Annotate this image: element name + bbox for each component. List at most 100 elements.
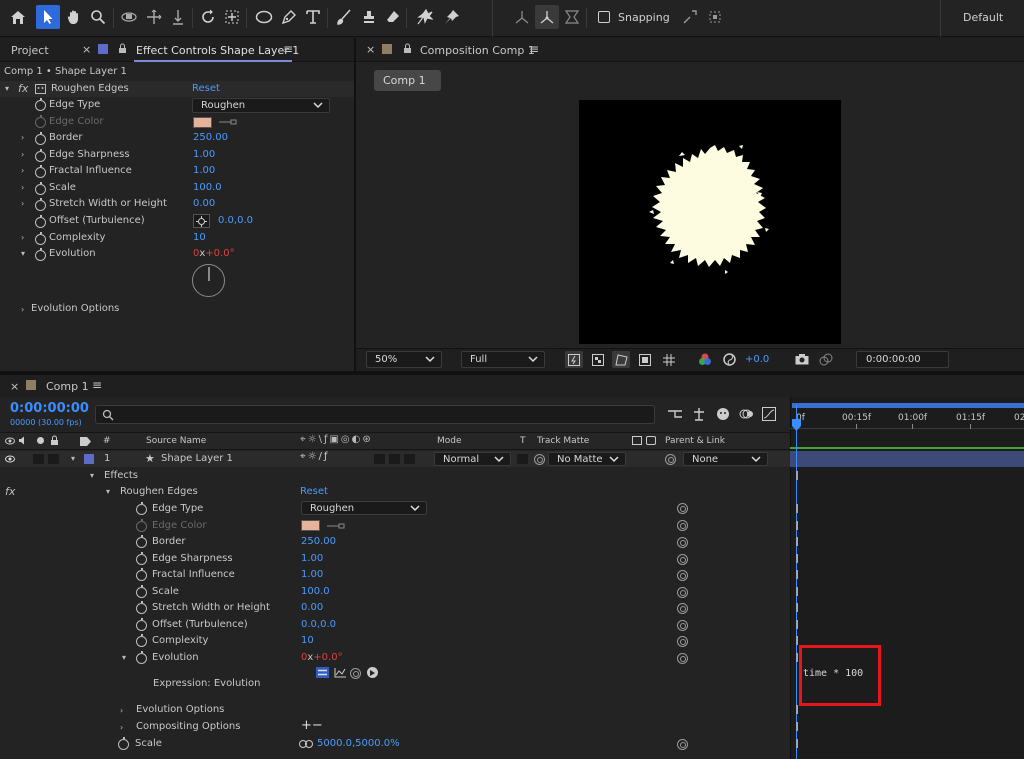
evolution-degrees[interactable]: +0.0° — [205, 248, 234, 259]
collapse-caret-icon[interactable]: ▾ — [122, 654, 130, 662]
stopwatch-icon[interactable] — [35, 248, 46, 261]
stopwatch-icon[interactable] — [136, 634, 147, 647]
blend-mode-dropdown[interactable]: Normal — [434, 452, 511, 466]
property-value[interactable]: 1.00 — [193, 165, 215, 176]
lock-toggle[interactable] — [48, 454, 59, 464]
expand-caret-icon[interactable]: › — [21, 200, 29, 208]
collapse-caret-icon[interactable]: ▾ — [21, 250, 29, 258]
expression-pick-whip-icon[interactable] — [350, 668, 361, 679]
snapshot-camera-icon[interactable] — [793, 351, 811, 368]
home-icon[interactable] — [6, 5, 30, 29]
stopwatch-icon[interactable] — [136, 535, 147, 548]
parent-pick-whip-icon[interactable] — [665, 454, 676, 465]
tab-effect-controls[interactable]: Effect Controls Shape Layer 1 — [136, 44, 299, 57]
switch-box[interactable] — [374, 454, 385, 464]
panel-menu-icon[interactable]: ≡ — [283, 42, 293, 56]
stopwatch-icon[interactable] — [136, 568, 147, 581]
collapse-caret-icon[interactable]: ▾ — [71, 455, 79, 463]
expression-pick-whip-icon[interactable] — [677, 636, 688, 647]
draft-3d-icon[interactable] — [690, 405, 708, 423]
expand-caret-icon[interactable]: › — [120, 707, 128, 715]
stopwatch-icon[interactable] — [136, 618, 147, 631]
expression-pick-whip-icon[interactable] — [677, 739, 688, 750]
ellipse-tool-icon[interactable] — [252, 5, 276, 29]
stopwatch-icon[interactable] — [35, 149, 46, 162]
expression-pick-whip-icon[interactable] — [677, 503, 688, 514]
property-value[interactable]: 0.0,0.0 — [218, 215, 253, 226]
hand-tool-icon[interactable] — [62, 5, 86, 29]
exposure-value[interactable]: +0.0 — [745, 354, 769, 365]
tab-composition[interactable]: Composition Comp 1 — [420, 44, 535, 57]
expression-pick-whip-icon[interactable] — [677, 570, 688, 581]
stopwatch-icon[interactable] — [35, 182, 46, 195]
brush-tool-icon[interactable] — [332, 5, 356, 29]
property-value[interactable]: 1.00 — [301, 569, 323, 580]
stopwatch-icon[interactable] — [35, 215, 46, 228]
motion-blur-icon[interactable] — [737, 405, 755, 423]
point-crosshair-icon[interactable] — [193, 214, 210, 228]
guides-grid-icon[interactable] — [660, 351, 678, 368]
expand-caret-icon[interactable]: › — [21, 167, 29, 175]
evolution-angle-dial[interactable] — [192, 264, 225, 297]
property-value[interactable]: 0.00 — [193, 198, 215, 209]
property-value[interactable]: 100.0 — [301, 586, 330, 597]
scale-value[interactable]: 5000.0,5000.0% — [317, 738, 400, 749]
stopwatch-icon[interactable] — [136, 585, 147, 598]
evolution-value[interactable]: 0x+0.0° — [193, 248, 235, 259]
evolution-options-label[interactable]: Evolution Options — [31, 303, 119, 314]
tab-project[interactable]: Project — [11, 44, 49, 57]
preserve-transparency-toggle[interactable] — [517, 454, 528, 464]
stopwatch-icon[interactable] — [136, 519, 147, 532]
rotate-tool-icon[interactable] — [196, 5, 220, 29]
track-matte-dropdown[interactable]: No Matte — [548, 452, 626, 466]
edge-type-dropdown[interactable]: Roughen — [301, 501, 427, 515]
reset-button[interactable]: Reset — [300, 486, 328, 497]
region-of-interest-icon[interactable] — [636, 351, 654, 368]
expression-pick-whip-icon[interactable] — [677, 587, 688, 598]
pen-tool-icon[interactable] — [277, 5, 301, 29]
stopwatch-icon[interactable] — [118, 737, 129, 750]
timeline-search-input[interactable] — [95, 405, 655, 424]
expression-pick-whip-icon[interactable] — [677, 554, 688, 565]
evolution-value[interactable]: 0x+0.0° — [301, 652, 343, 663]
graph-editor-icon[interactable] — [760, 405, 778, 423]
expand-caret-icon[interactable]: ▾ — [5, 85, 13, 93]
composition-viewer[interactable] — [579, 100, 841, 344]
stopwatch-icon[interactable] — [35, 115, 46, 128]
collapse-caret-icon[interactable]: ▾ — [106, 488, 114, 496]
eyedropper-icon[interactable] — [218, 119, 238, 125]
property-value[interactable]: 250.00 — [301, 536, 336, 547]
roto-brush-tool-icon[interactable] — [412, 5, 436, 29]
puppet-pin-tool-icon[interactable] — [440, 5, 464, 29]
stopwatch-icon[interactable] — [35, 132, 46, 145]
expression-graph-icon[interactable] — [333, 667, 346, 678]
type-tool-icon[interactable] — [301, 5, 325, 29]
property-value[interactable]: 0.0,0.0 — [301, 619, 336, 630]
close-icon[interactable]: × — [82, 43, 91, 56]
expand-caret-icon[interactable]: › — [21, 234, 29, 242]
tab-timeline-comp[interactable]: Comp 1 — [46, 380, 89, 393]
solo-toggle[interactable] — [33, 454, 44, 464]
expression-enable-icon[interactable] — [316, 667, 329, 678]
shy-layers-icon[interactable] — [714, 405, 732, 423]
edge-color-swatch[interactable] — [301, 520, 320, 531]
reset-button[interactable]: Reset — [192, 83, 220, 94]
anchor-point-tool-icon[interactable] — [220, 5, 244, 29]
playhead-handle[interactable] — [792, 419, 801, 431]
layer-duration-bar[interactable] — [790, 451, 1024, 467]
stopwatch-icon[interactable] — [35, 98, 46, 111]
property-value[interactable]: 250.00 — [193, 132, 228, 143]
expression-pick-whip-icon[interactable] — [677, 603, 688, 614]
panel-menu-icon[interactable]: ≡ — [92, 378, 102, 392]
layer-switches-icons[interactable]: ⌖☼/ƒ — [300, 451, 330, 462]
fx-switch-icon[interactable]: fx — [5, 485, 15, 498]
layer-visibility-eye-icon[interactable] — [5, 454, 15, 463]
property-value[interactable]: 1.00 — [193, 149, 215, 160]
fast-previews-icon[interactable] — [565, 351, 583, 368]
orbit-camera-icon[interactable] — [117, 5, 141, 29]
lock-icon[interactable] — [117, 42, 127, 54]
stopwatch-icon[interactable] — [136, 601, 147, 614]
switch-box[interactable] — [404, 454, 415, 464]
snap-features-icon[interactable] — [703, 5, 727, 29]
expression-pick-whip-icon[interactable] — [677, 520, 688, 531]
